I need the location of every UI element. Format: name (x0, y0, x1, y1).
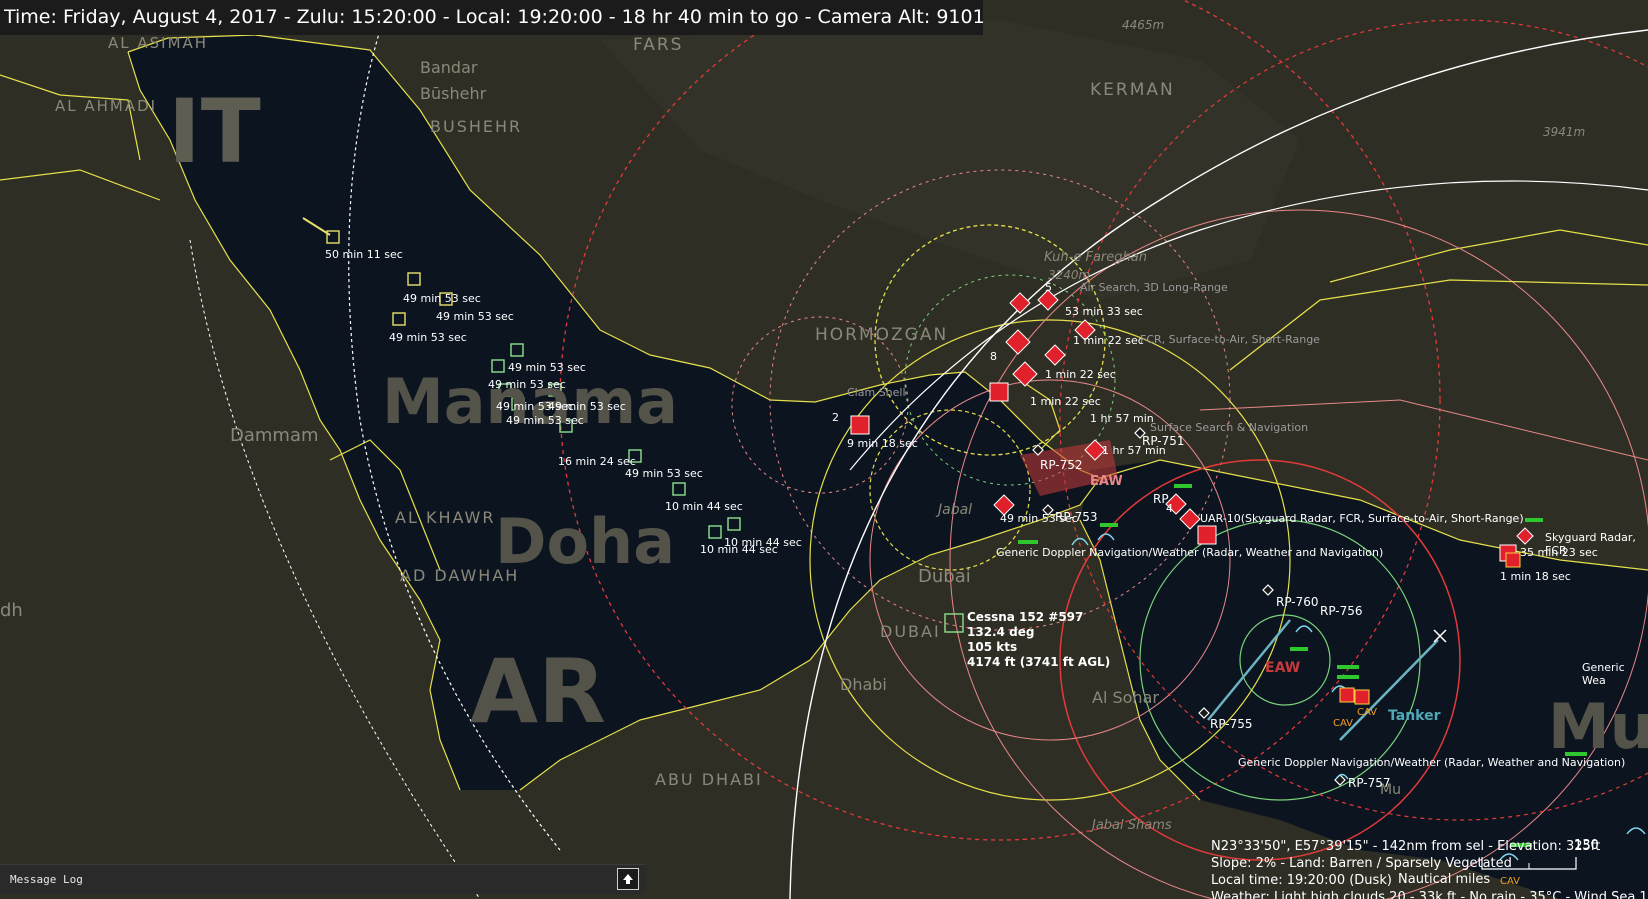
place-label-fars: FARS (633, 35, 684, 55)
track-label: 1 min 22 sec (1045, 368, 1116, 381)
track-label: 49 min 53 sec (389, 331, 467, 344)
reference-point-label: RP-751 (1142, 434, 1185, 448)
place-label-dubai: DUBAI (880, 622, 941, 641)
group-count: 2 (832, 411, 839, 424)
unit-altitude: 4174 ft (3741 ft AGL) (967, 655, 1111, 669)
zone-label-eaw: EAW (1090, 474, 1123, 489)
track-label: 49 min 53 sec (403, 292, 481, 305)
radar-label: UAR-10(Skyguard Radar, FCR, Surface-to-A… (1200, 512, 1524, 525)
track-label: 49 min 53 sec (508, 361, 586, 374)
place-label-dammam: Dammam (230, 425, 319, 446)
place-label-kerman: KERMAN (1090, 80, 1175, 100)
place-label-al-asimah: AL ASIMAH (108, 34, 209, 52)
reference-point-label: RP-760 (1276, 595, 1319, 609)
message-log-bar[interactable]: Message Log (0, 864, 645, 894)
place-label-ad-dawhah: AD DAWHAH (400, 566, 520, 585)
cursor-weather: Weather: Light high clouds 20 - 33k ft -… (1211, 890, 1648, 899)
radar-label: Generic Wea (1582, 661, 1625, 687)
place-label-qatar: AR (470, 640, 606, 743)
message-log-label: Message Log (10, 873, 83, 886)
track-label: 49 min 53 sec (548, 400, 626, 413)
place-label-kuh-e-fareghan: Kuh-e Fareghan (1044, 250, 1147, 265)
place-label-hormozgan: HORMOZGAN (815, 325, 949, 345)
track-label: 1 hr 57 min (1090, 412, 1154, 425)
unit-speed: 105 kts (967, 640, 1018, 654)
zone-label-tanker: Tanker (1388, 708, 1441, 724)
radar-label: Clam Shell (847, 386, 906, 399)
reference-point-label: RP-752 (1040, 458, 1083, 472)
reference-point-label: RP-756 (1320, 604, 1363, 618)
track-label: 10 min 44 sec (665, 500, 743, 513)
reference-point-label: RP-757 (1348, 776, 1391, 790)
place-label-doha: Doha (495, 505, 676, 578)
unit-label-cav: CAV (1357, 707, 1378, 718)
scale-unit: Nautical miles (1398, 872, 1491, 887)
place-label-dubai-city: Dubai (918, 566, 971, 587)
place-label-dh: dh (0, 600, 23, 621)
zone-label-eaw: EAW (1265, 660, 1301, 676)
place-label-elev-4465: 4465m (1122, 18, 1165, 32)
radar-label: FCR, Surface-to-Air, Short-Range (1140, 333, 1320, 346)
place-label-dhabi: Dhabi (840, 675, 887, 694)
place-label-abu-dhabi: ABU DHABI (655, 770, 763, 789)
track-label: 49 min 53 sec (506, 414, 584, 427)
place-label-bushehr: BUSHEHR (430, 117, 523, 136)
track-label: 10 min 44 sec (700, 543, 778, 556)
group-count: 5 (1045, 281, 1052, 294)
unit-name: Cessna 152 #597 (967, 610, 1084, 624)
selected-unit-info[interactable]: Cessna 152 #597 132.4 deg 105 kts 4174 f… (967, 610, 1110, 670)
track-label: 1 min 18 sec (1500, 570, 1571, 583)
radar-label: Skyguard Radar, FCR (1545, 531, 1636, 557)
track-label: 1 min 22 sec (1030, 395, 1101, 408)
reference-point-label: RP-753 (1055, 510, 1098, 524)
radar-label: Generic Doppler Navigation/Weather (Rada… (996, 546, 1384, 559)
group-count: 8 (990, 350, 997, 363)
status-bar: Time: Friday, August 4, 2017 - Zulu: 15:… (0, 0, 983, 35)
track-label: 49 min 53 sec (488, 378, 566, 391)
place-label-bandar: Bandar (420, 58, 478, 77)
map-view[interactable]: FARS KERMAN 4465m 3941m Bandar Būshehr B… (0, 0, 1648, 899)
radar-label: Air Search, 3D Long-Range (1080, 281, 1228, 294)
track-label: 1 min 22 sec (1073, 334, 1144, 347)
gulf-of-oman (1080, 460, 1648, 899)
place-label-al-ahmadi: AL AHMADI (55, 97, 158, 115)
unit-heading: 132.4 deg (967, 625, 1035, 639)
reference-point-label: RP-755 (1210, 717, 1253, 731)
place-label-bushehr-city: Būshehr (420, 84, 487, 103)
scale-value: 130 (1574, 838, 1599, 853)
track-label: 49 min 53 sec (625, 467, 703, 480)
track-label: 53 min 33 sec (1065, 305, 1143, 318)
unit-label-cav: CAV (1333, 718, 1354, 729)
cursor-terrain: Slope: 2% - Land: Barren / Sparsely Vege… (1211, 856, 1512, 871)
place-label-al-khawr: AL KHAWR (395, 508, 496, 527)
terrain-shade (600, 20, 1300, 300)
place-label-kuh-elev: 3240m (1048, 268, 1091, 282)
arrow-up-icon (623, 874, 633, 884)
place-label-muscat: Muscat (1548, 690, 1648, 763)
scale-bar (1481, 857, 1577, 870)
message-log-expand-button[interactable] (617, 868, 639, 890)
place-label-elev-3941: 3941m (1543, 125, 1586, 139)
place-label-al-sohar: Al Sohar (1092, 688, 1159, 707)
track-label: 50 min 11 sec (325, 248, 403, 261)
group-count: 4 (1166, 502, 1173, 515)
track-label: 49 min 53 sec (436, 310, 514, 323)
place-label-jabal: Jabal (938, 502, 973, 518)
radar-label: Generic Doppler Navigation/Weather (Rada… (1238, 756, 1626, 769)
place-label-kuwait: IT (168, 80, 261, 183)
place-label-jabal-shams: Jabal Shams (1092, 818, 1172, 833)
radar-label: Surface Search & Navigation (1150, 421, 1309, 434)
track-label: 9 min 18 sec (847, 437, 918, 450)
